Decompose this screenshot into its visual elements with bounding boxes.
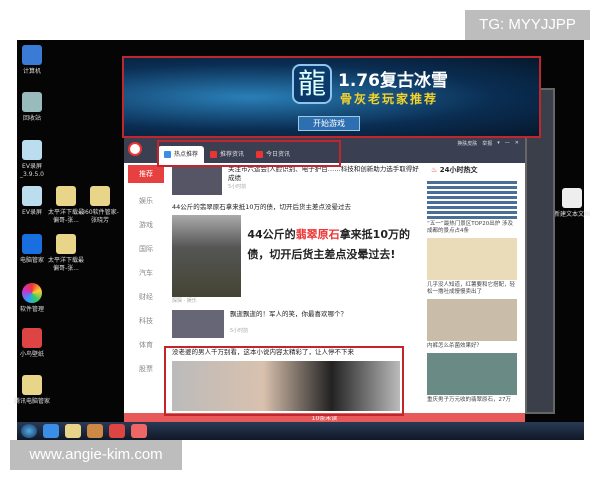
- ad-highlight-box: [164, 346, 404, 416]
- explorer-icon[interactable]: [65, 424, 81, 438]
- nav-item[interactable]: 财经: [124, 285, 168, 309]
- folder-icon: [22, 375, 42, 395]
- media-icon[interactable]: [87, 424, 103, 438]
- nav-item[interactable]: 科技: [124, 309, 168, 333]
- desktop-icon-folder-3[interactable]: 太平洋下载最偏哥-张...: [46, 234, 86, 273]
- hot-item[interactable]: 内裤怎么杀菌效果好？: [427, 299, 517, 350]
- tab-highlight-box: [157, 140, 341, 167]
- hot-thumbnail: [427, 353, 517, 395]
- nav-item[interactable]: 体育: [124, 333, 168, 357]
- nav-item[interactable]: 推荐: [128, 165, 164, 183]
- dropdown-icon[interactable]: ▾: [497, 140, 500, 147]
- news-app-icon[interactable]: [131, 424, 147, 438]
- hot-item[interactable]: “五一”最热门景区TOP20出炉 涉及成都的景点占4条: [427, 179, 517, 235]
- banner-subtitle: 骨灰老玩家推荐: [340, 92, 439, 106]
- hot-24h-panel: ♨ 24小时热文 “五一”最热门景区TOP20出炉 涉及成都的景点占4条 几乎没…: [427, 166, 517, 404]
- start-button[interactable]: [21, 424, 37, 438]
- hot-item[interactable]: 重庆男子万元收的翡翠原石，27万: [427, 353, 517, 404]
- news-image: [172, 215, 242, 297]
- nav-item[interactable]: 游戏: [124, 213, 168, 237]
- nav-item[interactable]: 娱乐: [124, 189, 168, 213]
- text-file-icon: [562, 188, 582, 208]
- desktop-icon-computer[interactable]: 计算机: [12, 45, 52, 76]
- fire-icon: ♨: [431, 166, 438, 174]
- app-icon[interactable]: [109, 424, 125, 438]
- close-button[interactable]: ✕: [515, 140, 519, 147]
- start-game-button[interactable]: 开始游戏: [298, 116, 360, 131]
- report-button[interactable]: 举报: [482, 140, 492, 147]
- desktop-icon-folder-2[interactable]: 360软件管家-张晓芳: [80, 186, 120, 225]
- nav-item[interactable]: 国际: [124, 237, 168, 261]
- news-thumbnail: [172, 165, 223, 195]
- folder-icon: [56, 234, 76, 254]
- desktop-icon-text-file[interactable]: 新建文本文档: [552, 188, 592, 219]
- game-logo: 龍: [292, 64, 332, 104]
- desktop-icon-tencent[interactable]: 腾讯电脑管家: [12, 375, 52, 406]
- news-item[interactable]: 飘逝飘逝的！军人的笑，你最喜欢哪个？ 5小时前: [172, 310, 424, 340]
- skin-button[interactable]: 换肤皮肤: [457, 140, 477, 147]
- nav-item[interactable]: 汽车: [124, 261, 168, 285]
- category-nav: 推荐 娱乐 游戏 国际 汽车 财经 科技 体育 股票: [124, 165, 168, 381]
- folder-icon: [56, 186, 76, 206]
- minimize-button[interactable]: —: [505, 140, 510, 147]
- hot-item[interactable]: 几乎没人知道，红薯要和它搭配，轻松一撸吐成慢慢卖出了: [427, 238, 517, 296]
- news-thumbnail: [172, 310, 224, 338]
- game-ad-banner[interactable]: 龍 1.76复古冰雪 骨灰老玩家推荐 开始游戏: [122, 56, 541, 138]
- ev-recorder-icon: [22, 186, 42, 206]
- desktop-icon-recycle-bin[interactable]: 回收站: [12, 92, 52, 123]
- news-item[interactable]: 44公斤的翡翠原石拿来抵10万的债，切开后货主差点没晕过去 44公斤的翡翠原石拿…: [172, 203, 424, 304]
- desktop-icon-ev-recorder[interactable]: EV录屏_3.9.5.0: [12, 140, 52, 179]
- pc-manager-icon: [22, 234, 42, 254]
- wallpaper-icon: [22, 328, 42, 348]
- chart-thumbnail: [427, 179, 517, 219]
- hot-thumbnail: [427, 299, 517, 341]
- app-logo: [128, 142, 142, 156]
- ie-icon[interactable]: [43, 424, 59, 438]
- software-manager-icon: [22, 283, 42, 303]
- ev-recorder-icon: [22, 140, 42, 160]
- news-item[interactable]: 关注市六运会|人脸识别、电子护目……科技和创新助力选手取得好成绩 5小时前: [172, 165, 424, 197]
- taskbar: [17, 422, 584, 440]
- watermark-tg: TG: MYYJJPP: [465, 10, 590, 40]
- desktop-icon-wallpaper[interactable]: 小鸟壁纸: [12, 328, 52, 359]
- computer-icon: [22, 45, 42, 65]
- recycle-bin-icon: [22, 92, 42, 112]
- folder-icon: [90, 186, 110, 206]
- watermark-site: www.angie-kim.com: [10, 440, 182, 470]
- nav-item[interactable]: 股票: [124, 357, 168, 381]
- hot-thumbnail: [427, 238, 517, 280]
- banner-title: 1.76复古冰雪: [338, 71, 448, 91]
- desktop-icon-software-manager[interactable]: 软件管理: [12, 283, 52, 314]
